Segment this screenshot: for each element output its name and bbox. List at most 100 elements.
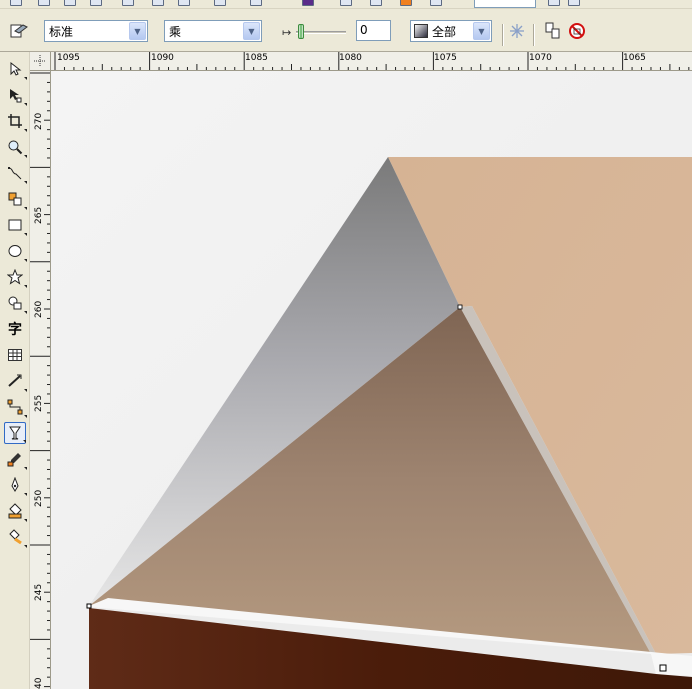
options-icon[interactable] bbox=[568, 0, 580, 6]
application-launcher-icon[interactable] bbox=[400, 0, 412, 6]
toolbar-separator bbox=[533, 24, 535, 46]
house-illustration[interactable] bbox=[51, 71, 692, 689]
transparency-amount-input[interactable]: 0 bbox=[356, 20, 391, 41]
fill-tool-icon bbox=[8, 503, 22, 519]
merge-mode-value: 乘 bbox=[169, 24, 182, 39]
ruler-label: 250 bbox=[34, 489, 44, 507]
dimension-tool-icon bbox=[8, 374, 22, 387]
node-handle[interactable] bbox=[86, 603, 92, 609]
basic-shapes-tool[interactable] bbox=[4, 292, 27, 314]
ruler-label: 265 bbox=[34, 206, 44, 224]
ruler-label: 270 bbox=[34, 112, 44, 130]
drawing-canvas[interactable] bbox=[51, 71, 692, 689]
horizontal-ruler[interactable]: 1095 1090 1085 1080 1075 1070 1065 bbox=[51, 52, 692, 71]
target-swatch-icon bbox=[414, 24, 428, 38]
ruler-label: 260 bbox=[34, 300, 44, 318]
ruler-label: 1080 bbox=[339, 53, 362, 63]
welcome-icon[interactable] bbox=[430, 0, 442, 6]
freehand-tool-icon bbox=[8, 167, 22, 180]
open-icon[interactable] bbox=[38, 0, 50, 6]
clear-transparency-icon[interactable] bbox=[567, 21, 587, 41]
ruler-label: 1065 bbox=[623, 53, 646, 63]
smart-fill-tool[interactable] bbox=[4, 188, 27, 210]
transparency-target-value: 全部 bbox=[432, 24, 457, 39]
eyedropper-tool[interactable] bbox=[4, 448, 27, 470]
copy-icon[interactable] bbox=[152, 0, 164, 6]
zoom-level-input[interactable] bbox=[474, 0, 536, 8]
table-tool[interactable] bbox=[4, 344, 26, 366]
transparency-mode-value: 标准 bbox=[49, 24, 74, 39]
shape-tool-icon bbox=[10, 89, 22, 103]
connector-tool[interactable] bbox=[4, 396, 27, 418]
save-icon[interactable] bbox=[64, 0, 76, 6]
outline-tool[interactable] bbox=[4, 474, 27, 496]
ruler-label: 245 bbox=[34, 583, 44, 601]
crop-tool-icon bbox=[8, 114, 22, 128]
crosshair-icon bbox=[34, 55, 46, 67]
export-icon[interactable] bbox=[340, 0, 352, 6]
standard-toolbar-strip bbox=[0, 0, 692, 9]
transparency-target-dropdown[interactable]: 全部 ▼ bbox=[410, 20, 492, 42]
interactive-fill-tool[interactable] bbox=[4, 526, 27, 548]
ruler-label: 1075 bbox=[434, 53, 457, 63]
connector-tool-icon bbox=[7, 399, 23, 415]
transparency-tool-icon bbox=[9, 426, 21, 440]
transparency-mode-dropdown[interactable]: 标准 ▼ bbox=[44, 20, 148, 42]
ruler-label: 1090 bbox=[151, 53, 174, 63]
transparency-type-icon[interactable] bbox=[10, 22, 28, 40]
crop-tool[interactable] bbox=[4, 110, 27, 132]
ruler-label: 1095 bbox=[57, 53, 80, 63]
text-tool[interactable]: 字 bbox=[4, 318, 26, 340]
smart-fill-tool-icon bbox=[8, 192, 22, 206]
ruler-label: 1070 bbox=[529, 53, 552, 63]
toolbar-separator bbox=[502, 24, 504, 46]
ruler-origin-corner[interactable] bbox=[30, 52, 51, 71]
zoom-tool[interactable] bbox=[4, 136, 27, 158]
property-bar: 标准 ▼ 乘 ▼ ↦ 0 全部 ▼ bbox=[0, 10, 692, 52]
import-icon[interactable] bbox=[302, 0, 314, 6]
chevron-down-icon[interactable]: ▼ bbox=[473, 22, 490, 40]
chevron-down-icon[interactable]: ▼ bbox=[129, 22, 146, 40]
polygon-tool-icon bbox=[7, 269, 23, 285]
fill-tool[interactable] bbox=[4, 500, 27, 522]
vertical-ruler[interactable]: 270 265 260 255 250 245 40 bbox=[30, 71, 51, 689]
undo-icon[interactable] bbox=[214, 0, 226, 6]
print-icon[interactable] bbox=[90, 0, 102, 6]
shape-tool[interactable] bbox=[4, 84, 27, 106]
pick-tool-icon bbox=[10, 61, 22, 76]
horizontal-ruler-ticks bbox=[54, 52, 690, 70]
zoom-tool-icon bbox=[8, 140, 23, 155]
text-tool-icon: 字 bbox=[8, 322, 22, 338]
polygon-tool[interactable] bbox=[4, 266, 27, 288]
ruler-label: 40 bbox=[34, 677, 44, 689]
slider-thumb[interactable] bbox=[298, 24, 304, 39]
snap-icon[interactable] bbox=[548, 0, 560, 6]
redo-icon[interactable] bbox=[250, 0, 262, 6]
paste-icon[interactable] bbox=[178, 0, 190, 6]
toolbox: 字 bbox=[0, 52, 30, 689]
pick-tool[interactable] bbox=[4, 58, 27, 80]
cut-icon[interactable] bbox=[122, 0, 134, 6]
ellipse-tool-icon bbox=[8, 245, 22, 257]
merge-mode-dropdown[interactable]: 乘 ▼ bbox=[164, 20, 262, 42]
freeze-transparency-icon[interactable] bbox=[507, 21, 527, 41]
dimension-tool[interactable] bbox=[4, 370, 27, 392]
node-handle[interactable] bbox=[659, 664, 667, 672]
basic-shapes-tool-icon bbox=[8, 296, 22, 310]
slider-range-icon: ↦ bbox=[282, 26, 292, 39]
chevron-down-icon[interactable]: ▼ bbox=[243, 22, 260, 40]
publish-icon[interactable] bbox=[370, 0, 382, 6]
interactive-fill-tool-icon bbox=[9, 529, 22, 545]
copy-transparency-icon[interactable] bbox=[543, 21, 563, 41]
ruler-label: 1085 bbox=[245, 53, 268, 63]
ruler-label: 255 bbox=[34, 394, 44, 412]
node-handle[interactable] bbox=[457, 304, 463, 310]
new-icon[interactable] bbox=[10, 0, 22, 6]
rectangle-tool-icon bbox=[8, 219, 22, 231]
transparency-slider[interactable]: ↦ bbox=[282, 23, 350, 41]
eyedropper-tool-icon bbox=[7, 453, 21, 467]
freehand-tool[interactable] bbox=[4, 162, 27, 184]
ellipse-tool[interactable] bbox=[4, 240, 27, 262]
rectangle-tool[interactable] bbox=[4, 214, 27, 236]
transparency-tool[interactable] bbox=[4, 422, 26, 444]
